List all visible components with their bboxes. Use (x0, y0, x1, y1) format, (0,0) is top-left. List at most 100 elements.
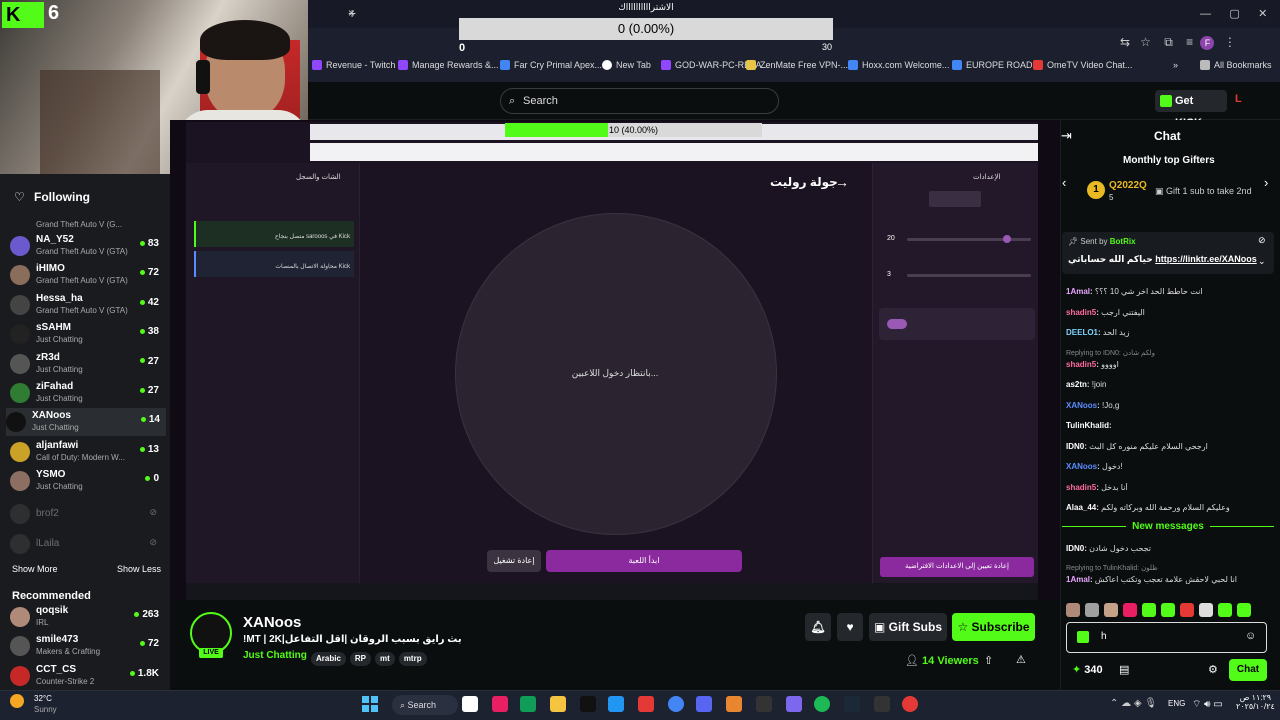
star-icon[interactable]: ☆ (1140, 35, 1151, 49)
collapse-chat-icon[interactable]: ⇥ (1061, 128, 1072, 144)
sidebar-item-offline[interactable]: lLaila ⊘ (10, 530, 165, 558)
sidebar-item-zifahad[interactable]: ziFahad Just Chatting 27 (10, 379, 165, 407)
recommended-item-qoqsik[interactable]: qoqsik IRL 263 (10, 603, 165, 631)
search-input[interactable]: ⌕ Search (500, 88, 779, 114)
window-controls[interactable]: — ▢ ✕ (1200, 7, 1270, 21)
more-bookmarks-icon[interactable]: » (1173, 60, 1178, 70)
sidebar-item-offline[interactable]: brof2 ⊘ (10, 500, 165, 528)
get-kicks-button[interactable]: Get KICKs (1155, 90, 1227, 129)
bookmark[interactable]: OmeTV Video Chat... (1033, 60, 1132, 70)
taskbar-search[interactable]: ⌕ Search (392, 695, 458, 715)
close-window-icon[interactable]: ✕ (1258, 8, 1267, 20)
shop-icon[interactable]: ▤ (1119, 663, 1129, 676)
chat-message[interactable]: TulinKhalid: (1066, 421, 1276, 430)
chat-username[interactable]: TulinKhalid (1066, 421, 1109, 430)
bookmark[interactable]: Revenue - Twitch (312, 60, 395, 70)
chat-message[interactable]: XANoos: دخول! (1066, 462, 1276, 471)
points[interactable]: ✦ 340 (1072, 663, 1103, 676)
slider[interactable] (907, 235, 1031, 243)
system-tray[interactable]: ⌃ ☁ ◈ 🎙︎ (1110, 698, 1157, 709)
settings-tab[interactable] (929, 191, 981, 207)
sidebar-item-partial[interactable]: Grand Theft Auto V (G... (36, 220, 122, 229)
network-volume-icons[interactable]: ⌔ 🔊︎ ▭ (1192, 698, 1223, 711)
chat-username[interactable]: XANoos (1066, 401, 1097, 410)
file-explorer-icon[interactable] (550, 696, 566, 712)
chat-message[interactable]: IDN0: ارجحي السلام عليكم منوره كل البث (1066, 442, 1276, 451)
emote[interactable] (1142, 603, 1156, 617)
emote[interactable] (1085, 603, 1099, 617)
sidebar-item-xanoos[interactable]: XANoos Just Chatting 14 (6, 408, 166, 437)
bookmark[interactable]: EUROPE ROADS (952, 60, 1039, 70)
all-bookmarks[interactable]: All Bookmarks (1200, 60, 1272, 70)
weather-temp[interactable]: 32°C (34, 694, 52, 703)
subscribe-button[interactable]: ☆ Subscribe (952, 613, 1035, 641)
minimize-icon[interactable]: — (1200, 8, 1211, 20)
emoji-icon[interactable]: ☺ (1245, 630, 1256, 642)
sidebar-item-ssahm[interactable]: sSAHM Just Chatting 38 (10, 320, 165, 348)
chevron-right-icon[interactable]: › (1264, 175, 1268, 190)
reading-list-icon[interactable]: ≡ (1186, 35, 1193, 49)
task-view-icon[interactable] (462, 696, 478, 712)
chevron-left-icon[interactable]: ‹ (1062, 175, 1066, 190)
unpin-icon[interactable]: ⊘ (1258, 235, 1266, 246)
emote[interactable] (1218, 603, 1232, 617)
language-indicator[interactable]: ENG (1168, 699, 1185, 708)
chat-message[interactable]: IDN0: تجحب دخول شادن (1066, 544, 1276, 553)
slider-handle[interactable] (1003, 235, 1011, 243)
red-app-icon[interactable] (902, 696, 918, 712)
chat-username[interactable]: XANoos (1066, 462, 1097, 471)
recommended-item-smile473[interactable]: smile473 Makers & Crafting 72 (10, 632, 165, 660)
edge-icon[interactable] (520, 696, 536, 712)
show-less-button[interactable]: Show Less (117, 564, 161, 574)
chat-message[interactable]: shadin5: اوووو (1066, 360, 1276, 369)
toggle[interactable] (887, 319, 907, 329)
bookmark[interactable]: Hoxx.com Welcome... (848, 60, 949, 70)
store-icon[interactable] (608, 696, 624, 712)
translate-icon[interactable]: ⇆ (1120, 35, 1130, 49)
sidebar-item-na_y52[interactable]: NA_Y52 Grand Theft Auto V (GTA) 83 (10, 232, 165, 260)
emote[interactable] (1104, 603, 1118, 617)
show-more-button[interactable]: Show More (12, 564, 58, 574)
emote[interactable] (1199, 603, 1213, 617)
recommended-item-cct_cs[interactable]: CCT_CS Counter-Strike 2 1.8K (10, 662, 165, 690)
clock[interactable]: ١١:٢٩ ص ٢٠٢٥/١٠/٢٤ (1236, 693, 1275, 711)
chat-username[interactable]: IDN0 (1066, 442, 1084, 451)
settings-gear-icon[interactable]: ⚙ (1208, 663, 1218, 676)
maximize-icon[interactable]: ▢ (1229, 8, 1239, 20)
emote[interactable] (1161, 603, 1175, 617)
profile-avatar[interactable]: F (1200, 36, 1215, 50)
pinned-link[interactable]: https://linktr.ee/XANoos (1155, 254, 1257, 264)
chevron-down-icon[interactable]: ⌄ (1258, 256, 1266, 267)
extensions-icon[interactable]: ⧉ (1164, 35, 1173, 49)
heart-follow-icon[interactable]: ♥ (837, 613, 863, 641)
bookmark[interactable]: New Tab (602, 60, 651, 70)
chat-username[interactable]: 1Amal (1066, 575, 1090, 584)
chrome-icon[interactable] (668, 696, 684, 712)
chat-message[interactable]: 1Amal: انا لحبي لاحقش علامة تعجب وتكتب ا… (1066, 575, 1276, 584)
category-link[interactable]: Just Chatting (243, 650, 307, 661)
discord-icon[interactable] (696, 696, 712, 712)
bookmark[interactable]: ZenMate Free VPN-... (746, 60, 848, 70)
app-icon[interactable] (726, 696, 742, 712)
epic-icon[interactable] (874, 696, 890, 712)
opera-icon[interactable] (638, 696, 654, 712)
copilot-icon[interactable] (492, 696, 508, 712)
bookmark[interactable]: Manage Rewards &... (398, 60, 499, 70)
chat-username[interactable]: Alaa_44 (1066, 503, 1096, 512)
chat-message[interactable]: XANoos: !Jo,g (1066, 401, 1276, 410)
chat-username[interactable]: shadin5 (1066, 483, 1096, 492)
chat-message[interactable]: DEELO1: زيد الحد (1066, 328, 1276, 337)
chat-message[interactable]: shadin5: أنا بدخل (1066, 483, 1276, 492)
chat-username[interactable]: shadin5 (1066, 360, 1096, 369)
sidebar-item-ihimo[interactable]: iHIMO Grand Theft Auto V (GTA) 72 (10, 261, 165, 289)
emote[interactable] (1237, 603, 1251, 617)
epic-games-icon[interactable] (756, 696, 772, 712)
chat-message[interactable]: as2tn: !join (1066, 380, 1276, 389)
tag[interactable]: mtrp (398, 652, 427, 666)
gift-subs-button[interactable]: ▣ Gift Subs (869, 613, 947, 641)
sidebar-item-zr3d[interactable]: zR3d Just Chatting 27 (10, 350, 165, 378)
streamer-name[interactable]: XANoos (243, 614, 301, 631)
spotify-icon[interactable] (814, 696, 830, 712)
emote[interactable] (1180, 603, 1194, 617)
send-chat-button[interactable]: Chat (1229, 659, 1267, 681)
